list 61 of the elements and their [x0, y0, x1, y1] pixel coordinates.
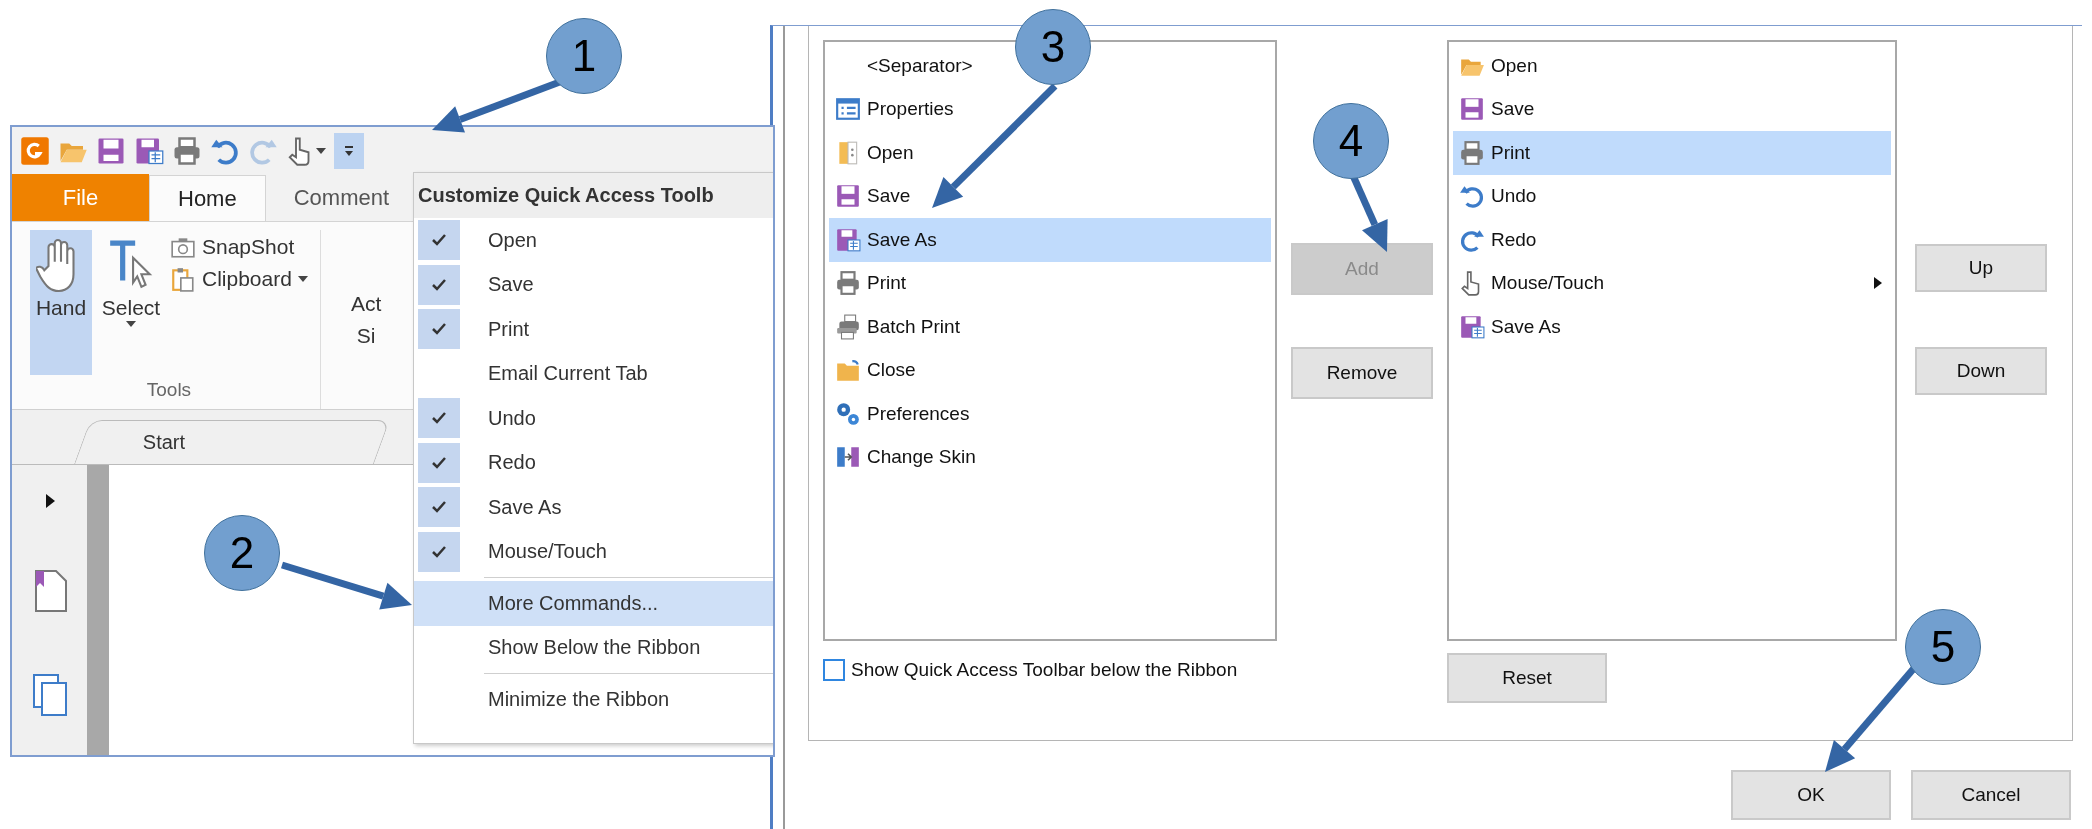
list-item[interactable]: Close	[829, 348, 1271, 392]
menu-title: Customize Quick Access Toolb	[414, 173, 773, 218]
ribbon-button[interactable]: SnapShot	[170, 234, 308, 260]
caret-icon	[316, 147, 326, 155]
floppy-disk-icon	[134, 136, 164, 166]
list-item[interactable]: Batch Print	[829, 305, 1271, 349]
step-number-callout: 1	[546, 18, 622, 94]
list-item[interactable]: Save	[829, 174, 1271, 218]
clipboard-icon	[170, 266, 196, 292]
ribbon-tab[interactable]: Home	[149, 175, 266, 221]
list-item[interactable]: Save As	[1453, 305, 1891, 349]
up-button[interactable]: Up	[1915, 244, 2047, 292]
checkbox[interactable]: Show Quick Access Toolbar below the Ribbon	[823, 659, 1277, 681]
printer-icon	[835, 270, 861, 297]
list-item[interactable]: Preferences	[829, 392, 1271, 436]
list-item[interactable]: Print	[829, 261, 1271, 305]
app-logo-icon	[20, 136, 50, 166]
ok-button[interactable]: OK	[1731, 770, 1891, 820]
ribbon-button[interactable]: Hand	[30, 230, 92, 375]
menu-item[interactable]: Save	[414, 262, 773, 307]
gears-icon	[835, 400, 861, 427]
list-item[interactable]: Properties	[829, 87, 1271, 131]
list-item[interactable]: Save	[1453, 87, 1891, 131]
list-item[interactable]: Undo	[1453, 174, 1891, 218]
menu-item[interactable]: Save As	[414, 485, 773, 530]
cancel-button[interactable]: Cancel	[1911, 770, 2071, 820]
menu-item[interactable]: Undo	[414, 396, 773, 441]
list-item[interactable]: Print	[1453, 131, 1891, 175]
floppy-disk-icon	[1459, 313, 1485, 340]
list-item[interactable]: Save As	[829, 218, 1271, 262]
list-item[interactable]: <Separator>	[829, 44, 985, 88]
list-item[interactable]: Mouse/Touch	[1453, 261, 1891, 305]
group-label: Tools	[146, 379, 192, 401]
remove-button[interactable]: Remove	[1291, 347, 1433, 399]
down-button[interactable]: Down	[1915, 347, 2047, 395]
menu-item[interactable]: More Commands...	[414, 581, 773, 626]
list-item[interactable]: Redo	[1453, 218, 1891, 262]
reset-button[interactable]: Reset	[1447, 653, 1607, 703]
ribbon-button[interactable]: Select	[100, 230, 162, 375]
undo-icon	[1459, 183, 1485, 210]
list-item[interactable]: Open	[829, 131, 1271, 175]
folder-icon	[835, 357, 861, 384]
menu-item[interactable]: Minimize the Ribbon	[414, 677, 773, 722]
menu-item[interactable]: Open	[414, 218, 773, 263]
menu-item[interactable]: Show Below the Ribbon	[414, 625, 773, 670]
menu-item[interactable]: Email Current Tab	[414, 351, 773, 396]
menu-item[interactable]: Redo	[414, 440, 773, 485]
printer-icon	[1459, 139, 1485, 166]
toolbar-button[interactable]	[334, 133, 364, 169]
floppy-disk-icon	[835, 226, 861, 253]
pages-icon	[31, 673, 68, 717]
menu-item[interactable]: Mouse/Touch	[414, 529, 773, 574]
list-item[interactable]: Change Skin	[829, 435, 1271, 479]
ribbon-button[interactable]: Clipboard	[170, 266, 308, 292]
printer-stack-icon	[835, 313, 861, 340]
expand-icon	[43, 493, 56, 509]
printer-icon	[172, 136, 202, 166]
list-card-icon	[835, 96, 861, 123]
ribbon-button[interactable]: Act Si	[320, 230, 382, 409]
list-item[interactable]: Open	[1453, 44, 1891, 88]
menu-item[interactable]: Print	[414, 307, 773, 352]
